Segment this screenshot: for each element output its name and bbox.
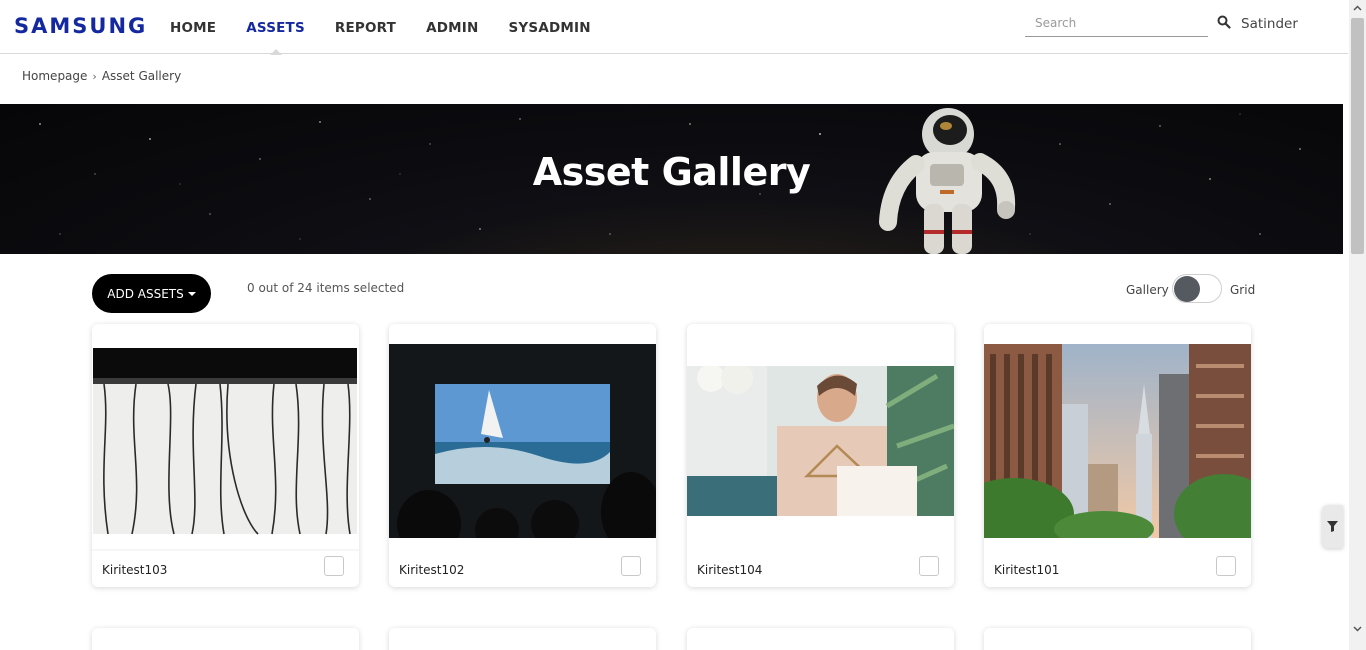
nav-admin[interactable]: ADMIN xyxy=(426,0,478,54)
add-assets-label: ADD ASSETS xyxy=(107,286,184,301)
asset-card-partial[interactable] xyxy=(92,628,359,650)
asset-title: Kiritest103 xyxy=(102,563,168,577)
scroll-down-icon[interactable] xyxy=(1353,624,1362,633)
asset-card[interactable]: Kiritest102 xyxy=(389,324,656,587)
asset-thumbnail xyxy=(984,344,1251,538)
asset-checkbox[interactable] xyxy=(919,556,939,576)
selection-count: 0 out of 24 items selected xyxy=(247,281,405,295)
asset-checkbox[interactable] xyxy=(621,556,641,576)
asset-title: Kiritest102 xyxy=(399,563,465,577)
scroll-up-icon[interactable] xyxy=(1353,4,1362,13)
scroll-thumb[interactable] xyxy=(1351,18,1364,254)
caret-down-icon xyxy=(187,291,196,296)
top-header: SAMSUNG HOME ASSETS REPORT ADMIN SYSADMI… xyxy=(0,0,1348,55)
asset-thumbnail xyxy=(92,348,359,558)
hero-title: Asset Gallery xyxy=(532,150,811,194)
asset-checkbox[interactable] xyxy=(1216,556,1236,576)
filter-button[interactable] xyxy=(1322,505,1343,548)
asset-checkbox[interactable] xyxy=(324,556,344,576)
asset-card-partial[interactable] xyxy=(984,628,1251,650)
samsung-logo[interactable]: SAMSUNG xyxy=(14,14,147,38)
asset-card-partial[interactable] xyxy=(389,628,656,650)
hero-banner: Asset Gallery xyxy=(0,104,1343,254)
asset-card[interactable]: Kiritest104 xyxy=(687,324,954,587)
asset-card[interactable]: Kiritest101 xyxy=(984,324,1251,587)
grid-label: Grid xyxy=(1230,283,1256,297)
nav-sysadmin[interactable]: SYSADMIN xyxy=(509,0,591,54)
asset-title: Kiritest104 xyxy=(697,563,763,577)
asset-thumbnail xyxy=(389,344,656,538)
gallery-label: Gallery xyxy=(1126,283,1169,297)
asset-card-partial[interactable] xyxy=(687,628,954,650)
breadcrumb-home[interactable]: Homepage xyxy=(22,69,87,83)
nav-home[interactable]: HOME xyxy=(170,0,216,54)
page-scrollbar[interactable] xyxy=(1349,0,1366,650)
breadcrumb-current: Asset Gallery xyxy=(101,69,182,83)
breadcrumb: Homepage › Asset Gallery xyxy=(22,69,181,83)
nav-assets[interactable]: ASSETS xyxy=(246,0,305,55)
asset-title: Kiritest101 xyxy=(994,563,1060,577)
search-icon[interactable] xyxy=(1217,15,1231,29)
filter-icon xyxy=(1327,521,1338,532)
search-box xyxy=(1025,12,1208,37)
search-input[interactable] xyxy=(1025,12,1208,34)
main-nav: HOME ASSETS REPORT ADMIN SYSADMIN xyxy=(170,0,621,55)
asset-thumbnail xyxy=(687,366,954,516)
view-toggle[interactable] xyxy=(1172,274,1222,303)
nav-report[interactable]: REPORT xyxy=(335,0,396,54)
asset-card[interactable]: Kiritest103 xyxy=(92,324,359,587)
add-assets-button[interactable]: ADD ASSETS xyxy=(92,274,211,313)
user-name[interactable]: Satinder xyxy=(1241,16,1298,32)
breadcrumb-separator: › xyxy=(92,69,97,83)
toggle-knob xyxy=(1174,276,1200,302)
